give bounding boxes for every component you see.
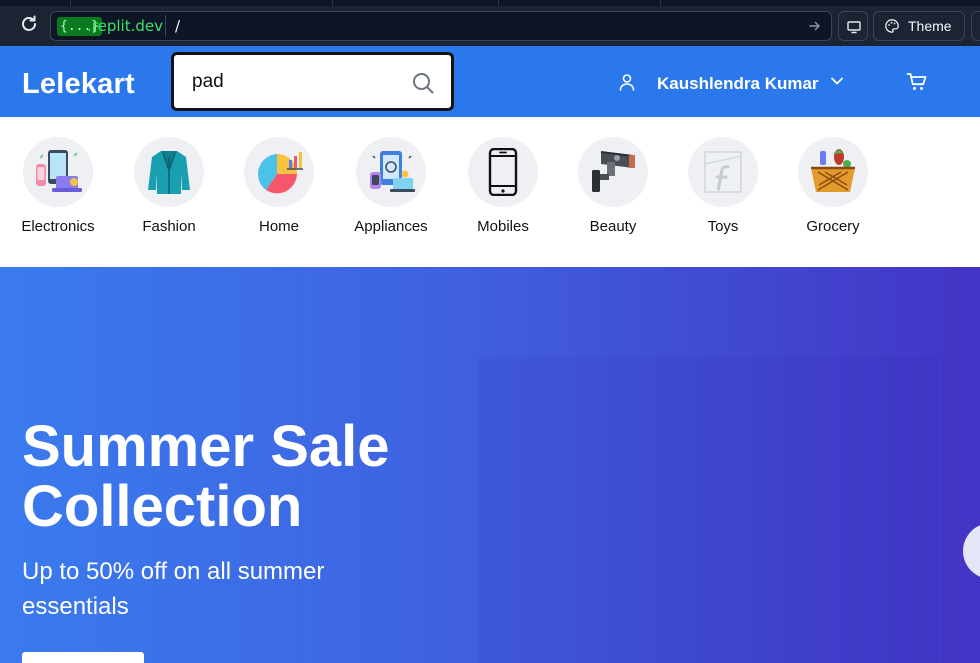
go-arrow-icon[interactable]	[807, 18, 823, 34]
search-icon[interactable]	[411, 71, 435, 95]
category-icon-circle	[688, 137, 758, 207]
placeholder-f-icon	[704, 151, 742, 193]
category-label: Home	[258, 218, 299, 235]
category-toys[interactable]: Toys	[673, 137, 773, 241]
category-grocery[interactable]: Grocery	[783, 137, 883, 241]
category-icon-circle	[468, 137, 538, 207]
category-label: Grocery	[806, 218, 860, 235]
category-label: Toys	[707, 218, 739, 235]
category-icon-circle	[23, 137, 93, 207]
category-label: Mobiles	[477, 218, 529, 235]
appliances-icon	[370, 151, 415, 192]
category-strip: Electronics Fashion Home Appliances Mobi…	[0, 117, 980, 267]
category-mobiles[interactable]: Mobiles	[453, 137, 553, 241]
category-electronics[interactable]: Electronics	[8, 137, 108, 241]
devices-button[interactable]	[838, 11, 868, 41]
url-bar[interactable]: {...} .replit.dev /	[50, 11, 832, 41]
category-icon-circle	[356, 137, 426, 207]
palette-icon	[885, 19, 899, 33]
back-icon[interactable]: ‹	[0, 17, 6, 31]
site-header: Lelekart Kaushlendra Kumar	[0, 46, 980, 117]
category-appliances[interactable]: Appliances	[341, 137, 441, 241]
category-label: Beauty	[589, 218, 637, 235]
category-fashion[interactable]: Fashion	[119, 137, 219, 241]
browser-toolbar: ‹ {...} .replit.dev / Theme	[0, 0, 980, 46]
more-button[interactable]	[971, 11, 980, 41]
hero-subtitle: Up to 50% off on all summer essentials	[22, 558, 325, 620]
monitor-icon	[847, 21, 861, 34]
category-icon-circle	[134, 137, 204, 207]
hero-banner: Summer Sale Collection Up to 50% off on …	[0, 267, 980, 663]
blazer-icon	[148, 151, 190, 194]
category-beauty[interactable]: Beauty	[563, 137, 663, 241]
search-input[interactable]	[192, 69, 402, 95]
site-logo[interactable]: Lelekart	[22, 67, 135, 101]
theme-label: Theme	[908, 18, 952, 34]
search-box[interactable]	[171, 52, 454, 111]
category-icon-circle	[578, 137, 648, 207]
hero-image-placeholder	[478, 357, 938, 663]
smartphone-icon	[488, 148, 518, 196]
category-icon-circle	[244, 137, 314, 207]
browser-tab-strip	[0, 0, 980, 6]
electronics-icon	[36, 150, 82, 192]
grocery-basket-icon	[811, 149, 855, 192]
url-path[interactable]: /	[175, 16, 180, 37]
hero-title: Summer Sale Collection	[22, 414, 390, 539]
user-name[interactable]: Kaushlendra Kumar	[657, 73, 819, 95]
category-label: Fashion	[142, 218, 196, 235]
theme-button[interactable]: Theme	[873, 11, 965, 41]
shop-now-button[interactable]	[22, 652, 144, 663]
reload-icon[interactable]	[19, 14, 39, 34]
cart-icon[interactable]	[906, 72, 928, 92]
carousel-next-button[interactable]	[963, 523, 980, 579]
chevron-down-icon[interactable]	[830, 76, 844, 86]
user-icon[interactable]	[618, 73, 636, 91]
category-label: Electronics	[21, 218, 95, 235]
cctv-camera-icon	[592, 151, 635, 192]
category-label: Appliances	[354, 218, 428, 235]
url-host: .replit.dev	[87, 17, 163, 35]
pie-chart-icon	[257, 152, 303, 194]
category-home[interactable]: Home	[229, 137, 329, 241]
category-icon-circle	[798, 137, 868, 207]
url-divider	[165, 15, 166, 37]
